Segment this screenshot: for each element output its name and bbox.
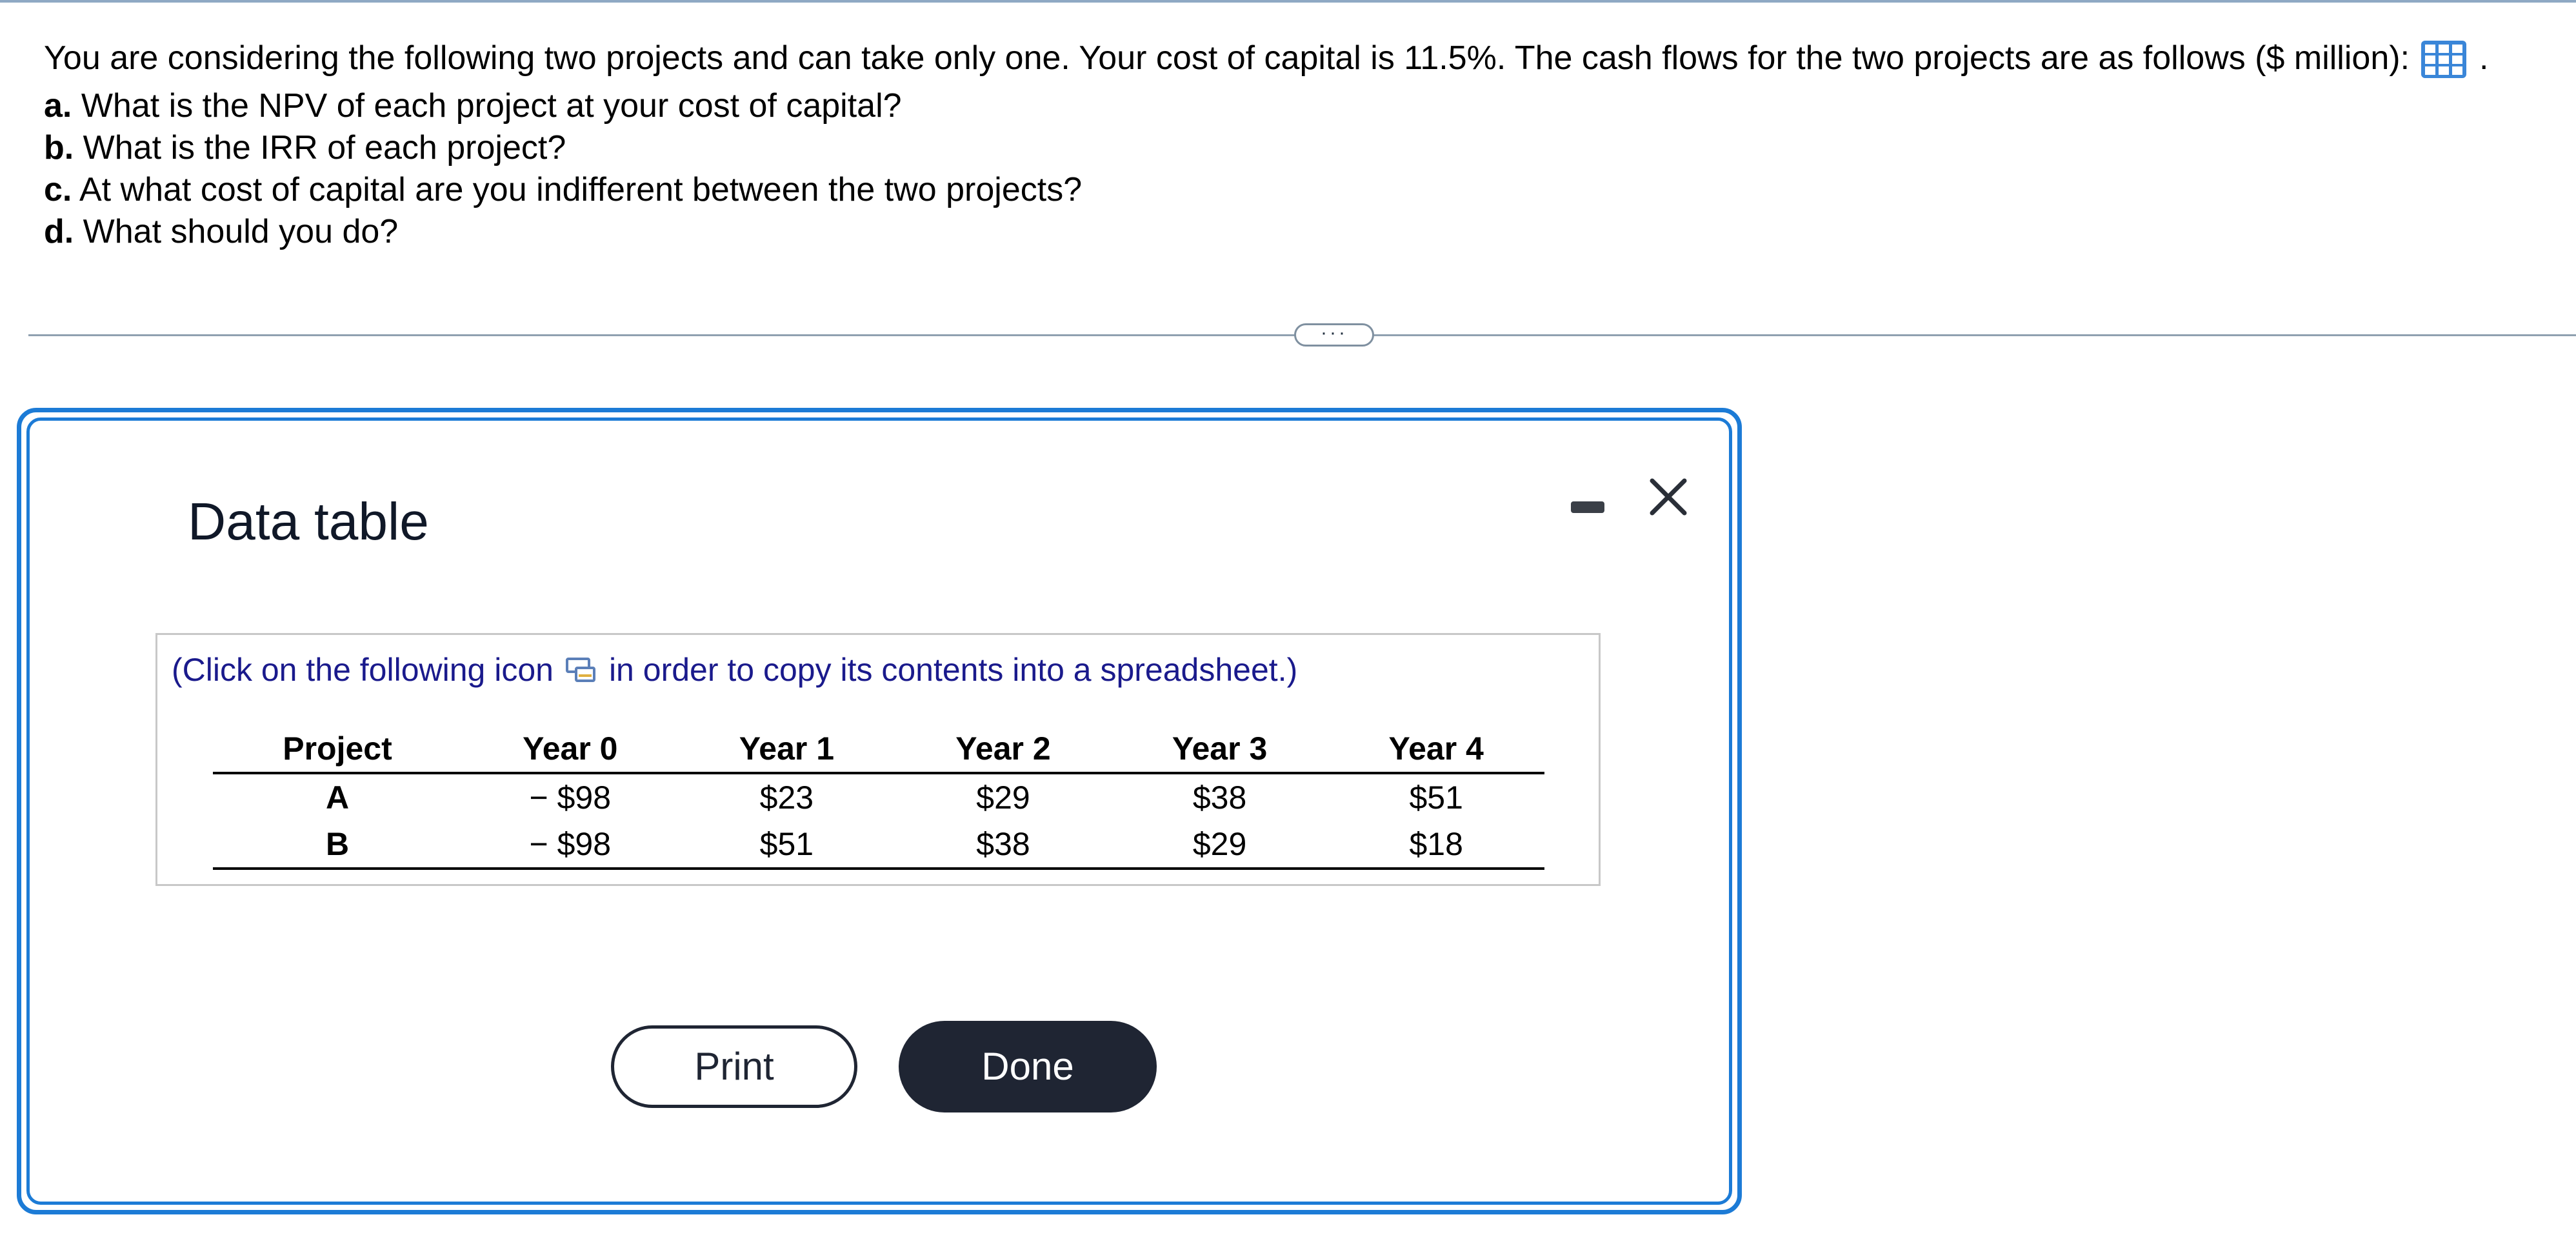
- copy-note-after: in order to copy its contents into a spr…: [608, 652, 1298, 688]
- table-cell: B: [213, 821, 462, 870]
- question-parts: a. What is the NPV of each project at yo…: [44, 85, 2547, 253]
- part-letter: c.: [44, 171, 72, 208]
- data-table-dialog: Data table (Click on the following icon …: [17, 408, 1742, 1214]
- question-intro-line: You are considering the following two pr…: [44, 34, 2547, 83]
- table-cell: $29: [1111, 821, 1328, 870]
- question-part-c: c. At what cost of capital are you indif…: [44, 169, 2547, 211]
- minimize-button[interactable]: [1567, 481, 1607, 514]
- part-text: What is the IRR of each project?: [83, 129, 566, 166]
- question-part-b: b. What is the IRR of each project?: [44, 127, 2547, 169]
- table-cell: $29: [976, 780, 1030, 816]
- table-cell: $51: [1409, 780, 1463, 816]
- part-text: What is the NPV of each project at your …: [81, 87, 902, 125]
- table-cell: $51: [678, 821, 895, 870]
- table-header-row: Project Year 0 Year 1 Year 2 Year 3 Year…: [213, 725, 1544, 774]
- table-cell: $38: [1192, 780, 1247, 816]
- close-button[interactable]: [1646, 474, 1691, 519]
- table-cell: $38: [895, 821, 1112, 870]
- data-table-box: (Click on the following icon in order to…: [155, 633, 1601, 886]
- column-header: Year 0: [462, 725, 679, 774]
- part-text: At what cost of capital are you indiffer…: [79, 171, 1083, 208]
- copy-note: (Click on the following icon in order to…: [172, 647, 1297, 693]
- expand-more-button[interactable]: ···: [1294, 323, 1374, 347]
- column-header: Year 1: [678, 725, 895, 774]
- minimize-icon: [1571, 501, 1604, 513]
- table-cell: − $98: [529, 780, 612, 816]
- question-intro-period: .: [2479, 39, 2489, 77]
- part-letter: b.: [44, 129, 74, 166]
- question-intro: You are considering the following two pr…: [44, 39, 2410, 77]
- column-header: Project: [213, 725, 462, 774]
- cash-flow-table: Project Year 0 Year 1 Year 2 Year 3 Year…: [213, 725, 1544, 870]
- question-panel: You are considering the following two pr…: [44, 34, 2547, 253]
- column-header: Year 2: [895, 725, 1112, 774]
- close-icon: [1650, 478, 1687, 516]
- table-cell: − $98: [462, 821, 679, 870]
- question-part-a: a. What is the NPV of each project at yo…: [44, 85, 2547, 127]
- table-cell: $18: [1328, 821, 1544, 870]
- column-header: Year 4: [1328, 725, 1544, 774]
- print-button[interactable]: Print: [611, 1025, 857, 1108]
- dialog-title: Data table: [188, 492, 429, 551]
- part-letter: d.: [44, 213, 74, 250]
- question-part-d: d. What should you do?: [44, 211, 2547, 253]
- part-text: What should you do?: [83, 213, 399, 250]
- column-header: Year 3: [1111, 725, 1328, 774]
- copy-note-before: (Click on the following icon: [172, 652, 554, 688]
- table-cell: A: [325, 780, 350, 816]
- top-rule: [0, 0, 2576, 3]
- copy-spreadsheet-icon[interactable]: [565, 650, 597, 682]
- table-row: B − $98 $51 $38 $29 $18: [213, 821, 1544, 870]
- table-row: A − $98 $23 $29 $38 $51: [213, 773, 1544, 821]
- done-button[interactable]: Done: [899, 1021, 1157, 1112]
- table-grid-icon[interactable]: [2420, 39, 2468, 79]
- table-cell: $23: [759, 780, 814, 816]
- part-letter: a.: [44, 87, 72, 125]
